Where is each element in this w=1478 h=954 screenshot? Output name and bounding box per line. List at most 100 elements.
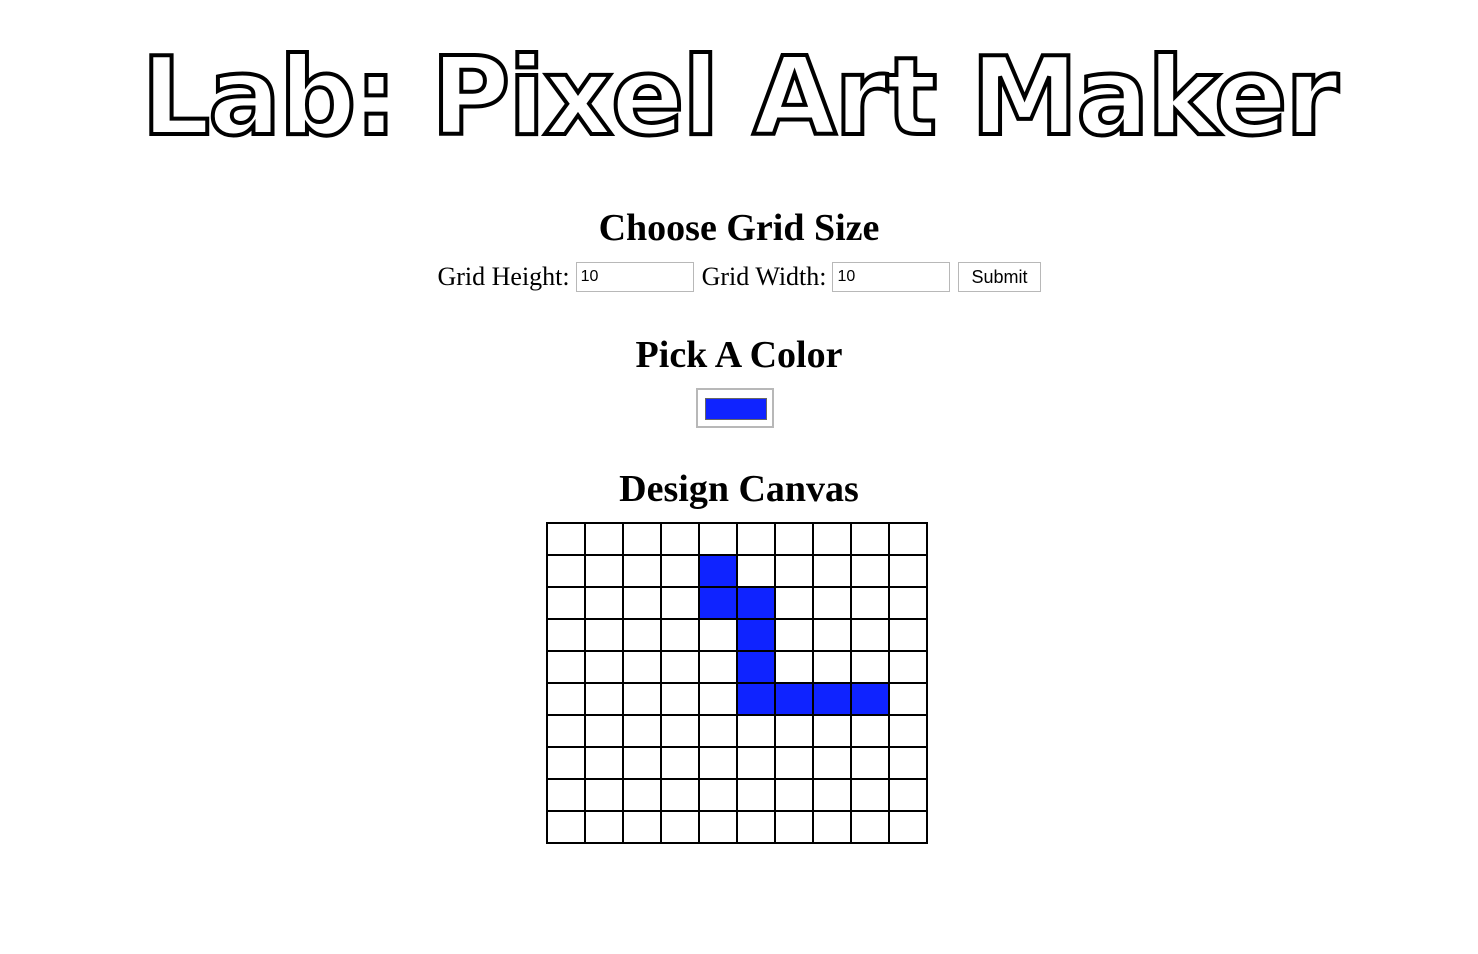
canvas-cell[interactable] [850, 682, 890, 716]
canvas-cell[interactable] [736, 714, 776, 748]
canvas-cell[interactable] [660, 746, 700, 780]
canvas-cell[interactable] [622, 522, 662, 556]
canvas-cell[interactable] [736, 618, 776, 652]
canvas-cell[interactable] [698, 714, 738, 748]
canvas-cell[interactable] [584, 778, 624, 812]
canvas-cell[interactable] [888, 714, 928, 748]
canvas-cell[interactable] [622, 778, 662, 812]
canvas-cell[interactable] [698, 682, 738, 716]
canvas-cell[interactable] [736, 522, 776, 556]
canvas-cell[interactable] [888, 682, 928, 716]
canvas-cell[interactable] [812, 586, 852, 620]
canvas-cell[interactable] [850, 554, 890, 588]
canvas-cell[interactable] [660, 682, 700, 716]
canvas-cell[interactable] [698, 522, 738, 556]
canvas-cell[interactable] [888, 778, 928, 812]
canvas-cell[interactable] [774, 714, 814, 748]
canvas-cell[interactable] [736, 554, 776, 588]
canvas-cell[interactable] [850, 778, 890, 812]
canvas-cell[interactable] [774, 810, 814, 844]
canvas-cell[interactable] [546, 810, 586, 844]
canvas-cell[interactable] [774, 618, 814, 652]
canvas-cell[interactable] [546, 618, 586, 652]
canvas-cell[interactable] [850, 618, 890, 652]
canvas-cell[interactable] [888, 618, 928, 652]
canvas-cell[interactable] [698, 554, 738, 588]
canvas-cell[interactable] [622, 554, 662, 588]
canvas-cell[interactable] [584, 586, 624, 620]
canvas-cell[interactable] [888, 554, 928, 588]
canvas-cell[interactable] [698, 618, 738, 652]
canvas-cell[interactable] [812, 522, 852, 556]
canvas-cell[interactable] [888, 586, 928, 620]
canvas-cell[interactable] [546, 778, 586, 812]
canvas-cell[interactable] [546, 586, 586, 620]
canvas-cell[interactable] [812, 650, 852, 684]
canvas-cell[interactable] [850, 810, 890, 844]
canvas-cell[interactable] [812, 810, 852, 844]
canvas-cell[interactable] [660, 586, 700, 620]
grid-height-input[interactable] [575, 262, 694, 292]
canvas-cell[interactable] [774, 650, 814, 684]
canvas-cell[interactable] [622, 682, 662, 716]
canvas-cell[interactable] [584, 714, 624, 748]
canvas-cell[interactable] [850, 746, 890, 780]
canvas-cell[interactable] [774, 746, 814, 780]
canvas-cell[interactable] [660, 714, 700, 748]
canvas-cell[interactable] [546, 682, 586, 716]
canvas-cell[interactable] [698, 778, 738, 812]
grid-width-input[interactable] [832, 262, 951, 292]
canvas-cell[interactable] [622, 586, 662, 620]
canvas-cell[interactable] [736, 682, 776, 716]
canvas-cell[interactable] [546, 522, 586, 556]
canvas-cell[interactable] [850, 522, 890, 556]
canvas-cell[interactable] [774, 554, 814, 588]
canvas-cell[interactable] [736, 778, 776, 812]
canvas-cell[interactable] [660, 778, 700, 812]
canvas-cell[interactable] [584, 746, 624, 780]
canvas-cell[interactable] [660, 810, 700, 844]
canvas-cell[interactable] [546, 554, 586, 588]
canvas-cell[interactable] [660, 618, 700, 652]
canvas-cell[interactable] [660, 554, 700, 588]
canvas-cell[interactable] [584, 618, 624, 652]
canvas-cell[interactable] [622, 618, 662, 652]
canvas-cell[interactable] [888, 810, 928, 844]
canvas-cell[interactable] [850, 650, 890, 684]
canvas-cell[interactable] [622, 714, 662, 748]
canvas-cell[interactable] [698, 586, 738, 620]
canvas-cell[interactable] [584, 554, 624, 588]
canvas-cell[interactable] [660, 522, 700, 556]
canvas-cell[interactable] [812, 682, 852, 716]
canvas-cell[interactable] [812, 554, 852, 588]
submit-button[interactable]: Submit [958, 262, 1041, 292]
canvas-cell[interactable] [850, 714, 890, 748]
canvas-cell[interactable] [584, 682, 624, 716]
canvas-cell[interactable] [584, 650, 624, 684]
canvas-cell[interactable] [812, 618, 852, 652]
canvas-cell[interactable] [888, 522, 928, 556]
canvas-cell[interactable] [546, 714, 586, 748]
canvas-cell[interactable] [774, 778, 814, 812]
canvas-cell[interactable] [812, 778, 852, 812]
canvas-cell[interactable] [736, 586, 776, 620]
color-picker[interactable] [696, 388, 774, 428]
canvas-cell[interactable] [812, 746, 852, 780]
canvas-cell[interactable] [736, 746, 776, 780]
canvas-cell[interactable] [736, 650, 776, 684]
canvas-cell[interactable] [888, 650, 928, 684]
canvas-cell[interactable] [622, 650, 662, 684]
canvas-cell[interactable] [546, 650, 586, 684]
canvas-cell[interactable] [774, 586, 814, 620]
canvas-cell[interactable] [584, 810, 624, 844]
canvas-cell[interactable] [546, 746, 586, 780]
canvas-cell[interactable] [812, 714, 852, 748]
canvas-cell[interactable] [774, 682, 814, 716]
canvas-cell[interactable] [698, 810, 738, 844]
canvas-cell[interactable] [622, 810, 662, 844]
canvas-cell[interactable] [736, 810, 776, 844]
canvas-cell[interactable] [660, 650, 700, 684]
canvas-cell[interactable] [584, 522, 624, 556]
canvas-cell[interactable] [888, 746, 928, 780]
canvas-cell[interactable] [850, 586, 890, 620]
